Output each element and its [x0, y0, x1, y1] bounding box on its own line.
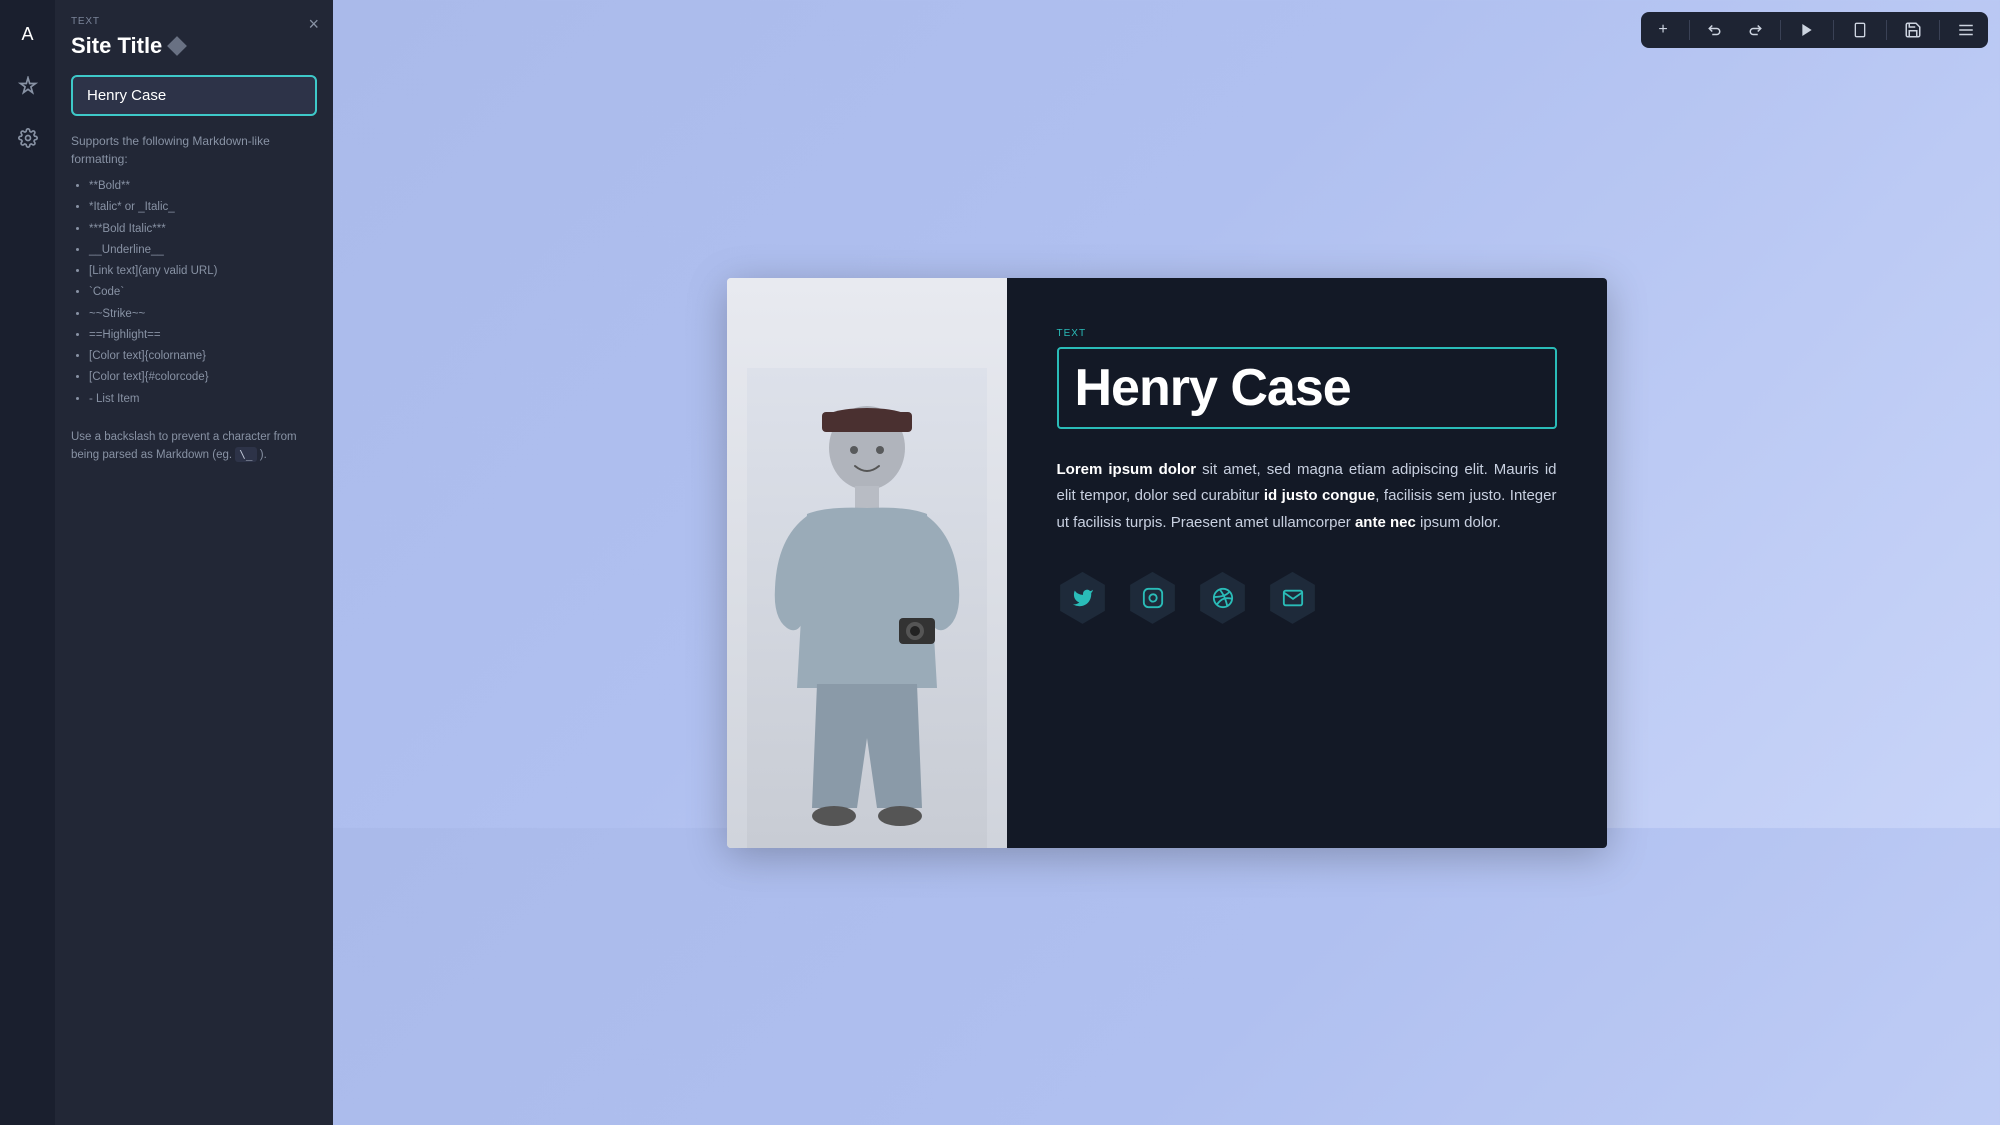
body-bold-3: ante nec	[1355, 514, 1416, 531]
social-icons	[1057, 572, 1557, 624]
toolbar-divider-1	[1689, 20, 1690, 40]
site-title-input[interactable]	[71, 75, 317, 116]
diamond-icon	[167, 36, 187, 56]
canvas-area: TEXT Henry Case Lorem ipsum dolor sit am…	[333, 0, 2000, 1125]
inline-code: \_	[235, 447, 256, 462]
markdown-note: Use a backslash to prevent a character f…	[71, 428, 317, 465]
content-title-wrapper[interactable]: Henry Case	[1057, 347, 1557, 430]
text-input-wrapper	[71, 75, 317, 116]
panel-title-row: Site Title	[71, 33, 317, 59]
list-item: *Italic* or _Italic_	[89, 199, 317, 216]
sidebar-logos: A	[0, 0, 55, 1125]
hero-content-side: TEXT Henry Case Lorem ipsum dolor sit am…	[1007, 278, 1607, 848]
settings-logo[interactable]	[10, 120, 46, 156]
pin-logo[interactable]	[10, 68, 46, 104]
undo-button[interactable]	[1704, 18, 1728, 42]
toolbar-divider-2	[1780, 20, 1781, 40]
instagram-social-button[interactable]	[1127, 572, 1179, 624]
list-item: ***Bold Italic***	[89, 221, 317, 238]
list-item: __Underline__	[89, 242, 317, 259]
add-button[interactable]: +	[1651, 18, 1675, 42]
left-panel: TEXT Site Title × Supports the following…	[55, 0, 333, 1125]
list-item: - List Item	[89, 391, 317, 408]
font-logo[interactable]: A	[10, 16, 46, 52]
mobile-button[interactable]	[1848, 18, 1872, 42]
panel-label: TEXT	[71, 16, 317, 27]
twitter-social-button[interactable]	[1057, 572, 1109, 624]
email-social-button[interactable]	[1267, 572, 1319, 624]
list-item: [Link text](any valid URL)	[89, 263, 317, 280]
hero-image-side	[727, 278, 1007, 848]
close-button[interactable]: ×	[308, 14, 319, 35]
list-item: [Color text]{colorname}	[89, 348, 317, 365]
play-button[interactable]	[1795, 18, 1819, 42]
toolbar-divider-3	[1833, 20, 1834, 40]
content-body: Lorem ipsum dolor sit amet, sed magna et…	[1057, 457, 1557, 536]
redo-button[interactable]	[1742, 18, 1766, 42]
list-item: `Code`	[89, 284, 317, 301]
list-item: ~~Strike~~	[89, 306, 317, 323]
list-item: **Bold**	[89, 178, 317, 195]
body-bold-1: Lorem ipsum dolor	[1057, 461, 1197, 478]
content-text-label: TEXT	[1057, 328, 1557, 339]
markdown-label: Supports the following Markdown-like for…	[71, 132, 317, 168]
save-button[interactable]	[1901, 18, 1925, 42]
markdown-list: **Bold** *Italic* or _Italic_ ***Bold It…	[71, 178, 317, 412]
person-image	[727, 278, 1007, 848]
body-text-3: ipsum dolor.	[1416, 514, 1501, 531]
toolbar-divider-5	[1939, 20, 1940, 40]
dribbble-social-button[interactable]	[1197, 572, 1249, 624]
body-bold-2: id justo congue	[1264, 487, 1375, 504]
menu-button[interactable]	[1954, 18, 1978, 42]
list-item: [Color text]{#colorcode}	[89, 369, 317, 386]
panel-title: Site Title	[71, 33, 162, 59]
hero-card: TEXT Henry Case Lorem ipsum dolor sit am…	[727, 278, 1607, 848]
list-item: ==Highlight==	[89, 327, 317, 344]
toolbar: +	[1641, 12, 1988, 48]
toolbar-divider-4	[1886, 20, 1887, 40]
content-title: Henry Case	[1075, 361, 1539, 416]
